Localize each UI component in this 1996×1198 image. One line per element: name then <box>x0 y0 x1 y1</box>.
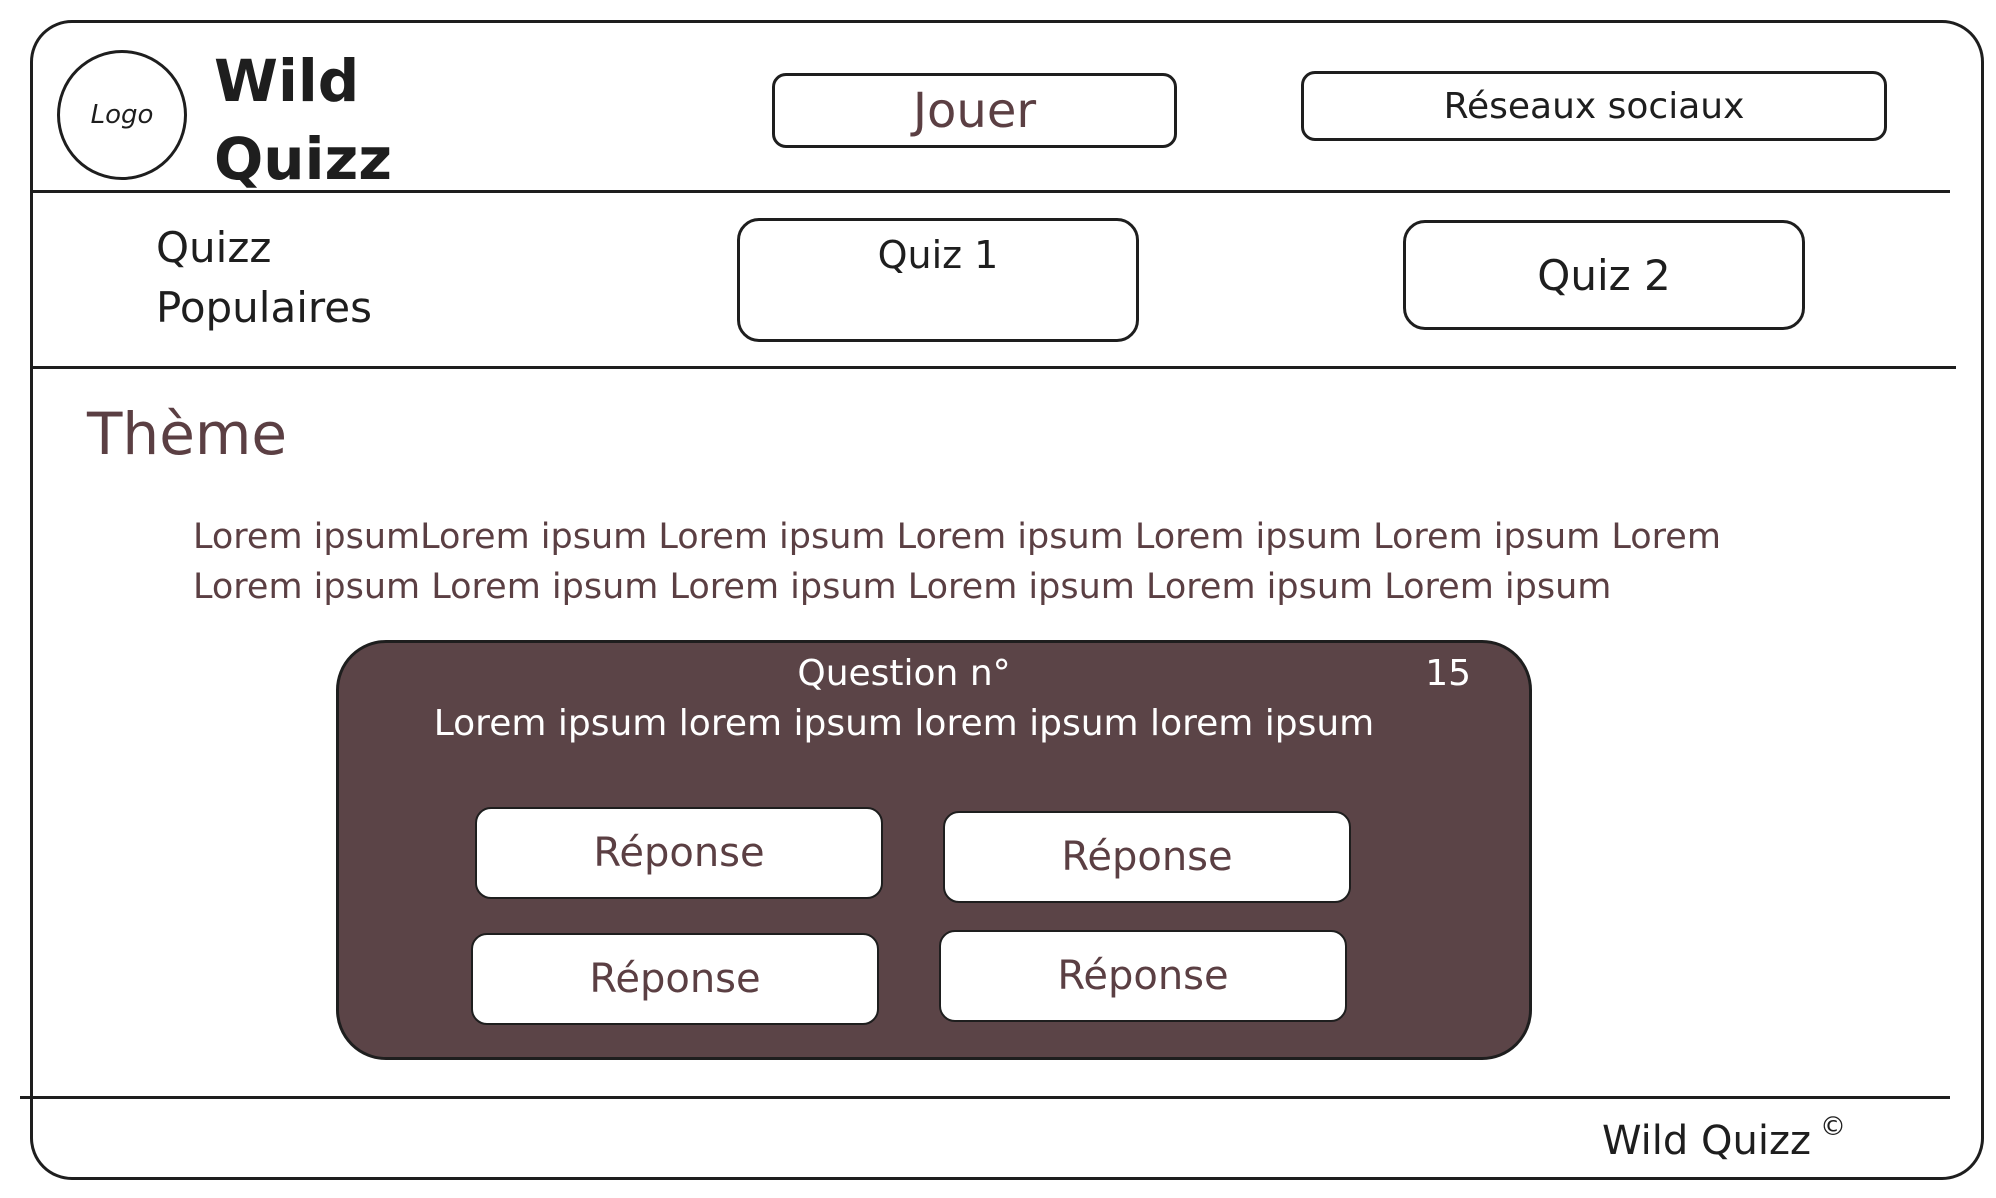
logo-label: Logo <box>90 100 154 130</box>
description-line: Lorem ipsum Lorem ipsum Lorem ipsum Lore… <box>193 567 1612 607</box>
answer-button-3[interactable]: Réponse <box>471 933 879 1025</box>
popular-quiz-card-1[interactable]: Quiz 1 <box>737 218 1139 342</box>
theme-title: Thème <box>87 400 288 468</box>
question-panel: Question n° 15 Lorem ipsum lorem ipsum l… <box>336 640 1532 1060</box>
play-button[interactable]: Jouer <box>772 73 1177 148</box>
footer-divider <box>20 1096 1950 1099</box>
popular-quiz-label: Quiz 1 <box>877 233 999 277</box>
popular-quizzes-title: Quizz Populaires <box>156 223 372 332</box>
question-number: Question n° <box>797 653 1011 694</box>
question-timer: 15 <box>1425 653 1471 694</box>
theme-description: Lorem ipsumLorem ipsum Lorem ipsum Lorem… <box>193 512 1833 612</box>
popular-quiz-label: Quiz 2 <box>1537 250 1671 300</box>
section-divider <box>30 366 1956 369</box>
answer-button-1[interactable]: Réponse <box>475 807 883 899</box>
answer-button-2[interactable]: Réponse <box>943 811 1351 903</box>
footer-brand: Wild Quizz <box>1602 1118 1811 1164</box>
description-line: Lorem ipsumLorem ipsum Lorem ipsum Lorem… <box>193 517 1721 557</box>
social-networks-button[interactable]: Réseaux sociaux <box>1301 71 1887 141</box>
copyright-icon: © <box>1820 1112 1846 1142</box>
header-divider <box>30 190 1950 193</box>
brand-title: Wild Quizz <box>214 47 392 193</box>
answer-button-4[interactable]: Réponse <box>939 930 1347 1022</box>
question-text: Lorem ipsum lorem ipsum lorem ipsum lore… <box>433 703 1375 744</box>
logo[interactable]: Logo <box>57 50 187 180</box>
popular-quiz-card-2[interactable]: Quiz 2 <box>1403 220 1805 330</box>
